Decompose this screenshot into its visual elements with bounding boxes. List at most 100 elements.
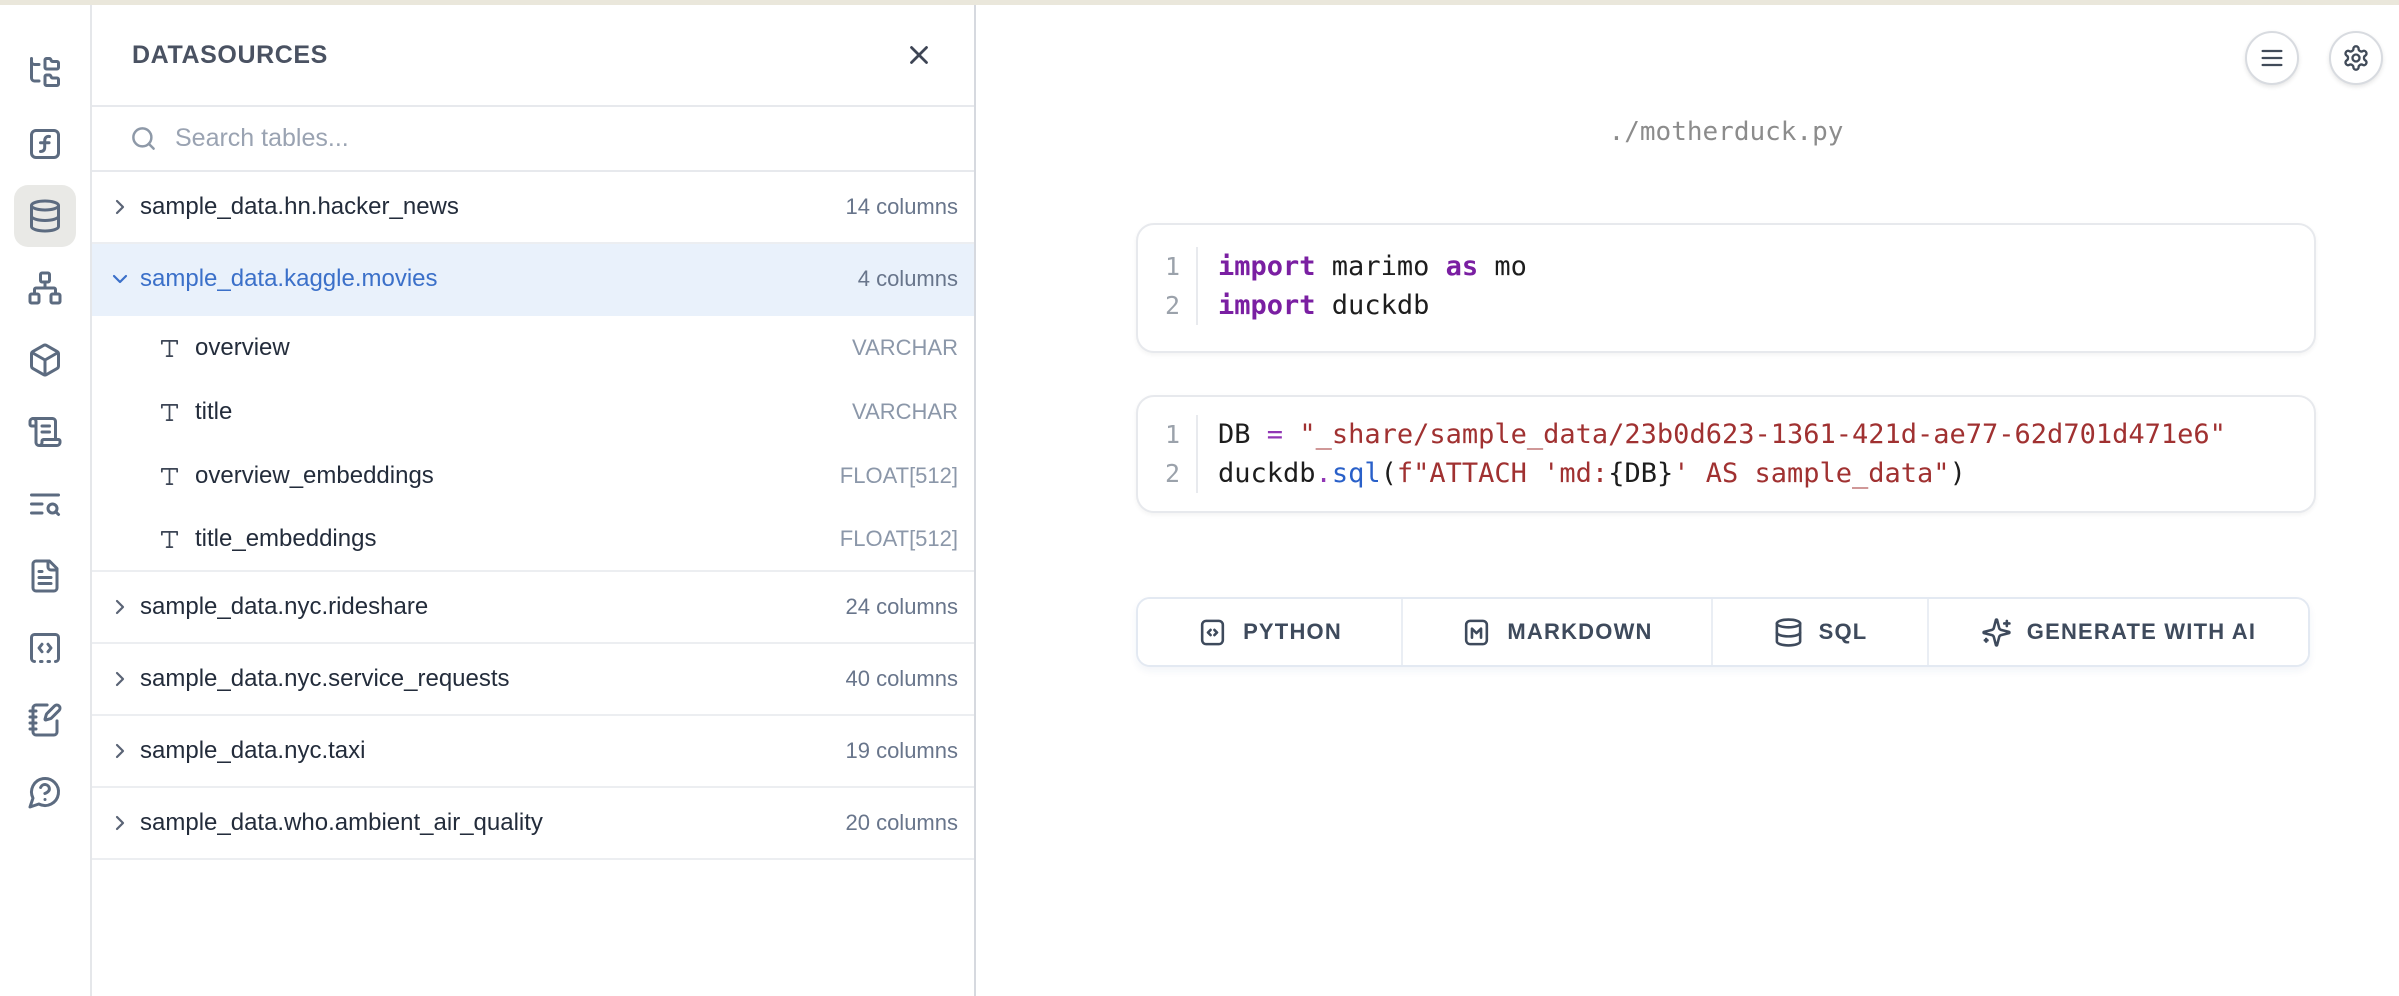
table-row[interactable]: sample_data.nyc.taxi 19 columns	[92, 716, 974, 788]
helper-panel-icon-rail	[0, 5, 92, 996]
notebook-menu-button[interactable]	[2245, 31, 2299, 85]
add-markdown-cell-button[interactable]: MARKDOWN	[1403, 599, 1713, 665]
sidebar-item-tracebacks[interactable]	[14, 473, 76, 535]
column-name: overview	[195, 334, 852, 362]
table-column-count: 24 columns	[845, 594, 958, 620]
datasources-panel-header: DATASOURCES	[92, 5, 974, 107]
generate-with-ai-label: GENERATE WITH AI	[2027, 619, 2256, 645]
variables-icon	[27, 126, 63, 162]
add-sql-label: SQL	[1819, 619, 1868, 645]
table-column-count: 4 columns	[858, 266, 958, 292]
close-icon	[904, 40, 934, 70]
generate-with-ai-button[interactable]: GENERATE WITH AI	[1929, 599, 2308, 665]
add-python-label: PYTHON	[1243, 619, 1342, 645]
line-number: 1	[1138, 415, 1198, 454]
table-name: sample_data.who.ambient_air_quality	[140, 809, 845, 837]
table-name: sample_data.nyc.service_requests	[140, 665, 845, 693]
sidebar-item-logs[interactable]	[14, 401, 76, 463]
gear-icon	[2342, 44, 2370, 72]
column-type: VARCHAR	[852, 399, 958, 425]
code-cell[interactable]: 1import marimo as mo2import duckdb	[1136, 223, 2316, 353]
square-m-icon	[1461, 617, 1492, 648]
app-window: DATASOURCES sample_data.hn.hacker_news 1…	[0, 5, 2399, 996]
add-python-cell-button[interactable]: PYTHON	[1138, 599, 1403, 665]
column-name: title_embeddings	[195, 525, 840, 553]
table-row[interactable]: sample_data.hn.hacker_news 14 columns	[92, 172, 974, 244]
table-column-count: 19 columns	[845, 738, 958, 764]
sidebar-item-help[interactable]	[14, 761, 76, 823]
column-type: VARCHAR	[852, 335, 958, 361]
sidebar-item-files[interactable]	[14, 41, 76, 103]
table-column-count: 40 columns	[845, 666, 958, 692]
column-row[interactable]: title_embeddings FLOAT[512]	[92, 508, 974, 572]
sidebar-item-documentation[interactable]	[14, 545, 76, 607]
add-sql-cell-button[interactable]: SQL	[1713, 599, 1929, 665]
column-row[interactable]: title VARCHAR	[92, 380, 974, 444]
table-row[interactable]: sample_data.nyc.service_requests 40 colu…	[92, 644, 974, 716]
code-line: 1DB = "_share/sample_data/23b0d623-1361-…	[1138, 415, 2314, 454]
column-name: overview_embeddings	[195, 462, 840, 490]
type-icon	[158, 528, 181, 551]
square-code-icon	[1197, 617, 1228, 648]
code-cell[interactable]: 1DB = "_share/sample_data/23b0d623-1361-…	[1136, 395, 2316, 513]
close-panel-button[interactable]	[900, 36, 938, 74]
code-line: 1import marimo as mo	[1138, 247, 2314, 286]
datasources-icon	[27, 198, 63, 234]
column-row[interactable]: overview_embeddings FLOAT[512]	[92, 444, 974, 508]
table-row-selected[interactable]: sample_data.kaggle.movies 4 columns	[92, 244, 974, 316]
code-text: DB = "_share/sample_data/23b0d623-1361-4…	[1198, 415, 2226, 454]
code-text: import marimo as mo	[1198, 247, 1527, 286]
sidebar-item-datasources[interactable]	[14, 185, 76, 247]
chevron-right-icon	[108, 811, 132, 835]
file-tree-icon	[27, 54, 63, 90]
sidebar-item-dependencies[interactable]	[14, 257, 76, 319]
sidebar-item-packages[interactable]	[14, 329, 76, 391]
search-icon	[130, 125, 157, 152]
sparkles-icon	[1981, 617, 2012, 648]
dependencies-icon	[27, 270, 63, 306]
snippets-icon	[27, 630, 63, 666]
type-icon	[158, 465, 181, 488]
chevron-down-icon	[108, 267, 132, 291]
chevron-right-icon	[108, 195, 132, 219]
code-text: import duckdb	[1198, 286, 1429, 325]
table-column-count: 20 columns	[845, 810, 958, 836]
help-icon	[27, 774, 63, 810]
code-text: duckdb.sql(f"ATTACH 'md:{DB}' AS sample_…	[1198, 454, 1966, 493]
notebook-filename[interactable]: ./motherduck.py	[1136, 117, 2316, 147]
scratchpad-icon	[27, 702, 63, 738]
add-markdown-label: MARKDOWN	[1507, 619, 1652, 645]
chevron-right-icon	[108, 739, 132, 763]
column-type: FLOAT[512]	[840, 463, 958, 489]
settings-button[interactable]	[2329, 31, 2383, 85]
table-name: sample_data.kaggle.movies	[140, 265, 858, 293]
line-number: 2	[1138, 454, 1198, 493]
line-number: 2	[1138, 286, 1198, 325]
table-row[interactable]: sample_data.who.ambient_air_quality 20 c…	[92, 788, 974, 860]
type-icon	[158, 401, 181, 424]
column-type: FLOAT[512]	[840, 526, 958, 552]
packages-icon	[27, 342, 63, 378]
code-line: 2import duckdb	[1138, 286, 2314, 325]
search-input[interactable]	[175, 124, 958, 153]
database-icon	[1773, 617, 1804, 648]
notebook-header-actions	[2245, 31, 2383, 85]
text-search-icon	[27, 486, 63, 522]
column-name: title	[195, 398, 852, 426]
panel-title: DATASOURCES	[132, 41, 328, 70]
hamburger-menu-icon	[2258, 44, 2286, 72]
sidebar-item-variables[interactable]	[14, 113, 76, 175]
table-column-count: 14 columns	[845, 194, 958, 220]
type-icon	[158, 337, 181, 360]
table-search-bar	[92, 107, 974, 172]
table-name: sample_data.hn.hacker_news	[140, 193, 845, 221]
table-name: sample_data.nyc.rideshare	[140, 593, 845, 621]
add-cell-button-bar: PYTHON MARKDOWN SQL GENERATE WITH AI	[1136, 597, 2310, 667]
sidebar-item-scratchpad[interactable]	[14, 689, 76, 751]
table-row[interactable]: sample_data.nyc.rideshare 24 columns	[92, 572, 974, 644]
tables-list: sample_data.hn.hacker_news 14 columns sa…	[92, 172, 974, 860]
sidebar-item-snippets[interactable]	[14, 617, 76, 679]
datasources-panel: DATASOURCES sample_data.hn.hacker_news 1…	[92, 5, 976, 996]
chevron-right-icon	[108, 595, 132, 619]
column-row[interactable]: overview VARCHAR	[92, 316, 974, 380]
